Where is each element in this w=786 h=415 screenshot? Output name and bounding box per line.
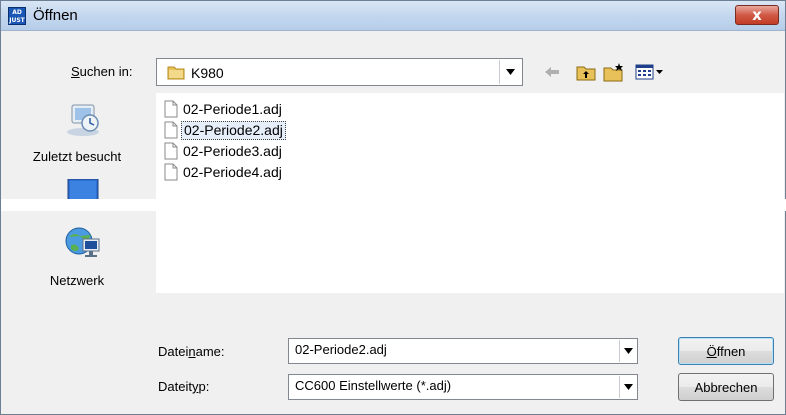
file-name: 02-Periode2.adj [181,120,286,140]
desktop-icon [17,179,149,201]
chevron-down-icon[interactable] [619,376,636,398]
place-recent[interactable] [17,99,149,139]
folder-icon [167,64,185,83]
close-icon: x [752,5,762,24]
recent-places-icon [17,99,149,139]
file-item[interactable]: 02-Periode3.adj [164,141,284,161]
lookin-value: K980 [191,65,224,81]
chevron-down-icon[interactable] [619,340,636,362]
place-recent-label: Zuletzt besucht [32,149,122,164]
cancel-button[interactable]: Abbrechen [678,373,774,401]
filename-combo[interactable]: 02-Periode2.adj [288,338,638,364]
file-item[interactable]: 02-Periode1.adj [164,99,284,119]
lookin-combo[interactable]: K980 [156,58,523,86]
lookin-label: Suchen in: [71,64,133,79]
file-name: 02-Periode4.adj [183,163,282,180]
file-name: 02-Periode1.adj [183,100,282,117]
file-icon [164,142,178,160]
place-desktop[interactable] [17,179,149,201]
app-icon: AD JUST [8,7,26,25]
network-icon [17,223,149,263]
filetype-combo[interactable]: CC600 Einstellwerte (*.adj) [288,374,638,400]
place-network[interactable] [17,223,149,263]
open-button[interactable]: Öffnen [678,337,774,365]
file-icon [164,121,178,139]
view-menu-icon[interactable] [633,61,667,83]
places-bar: Zuletzt besucht Netzwerk [17,93,149,291]
place-network-label: Netzwerk [49,273,105,288]
filetype-label: Dateityp: [158,379,210,394]
file-item-selected[interactable]: 02-Periode2.adj [164,120,286,140]
app-icon-text: AD JUST [9,9,25,24]
filetype-value: CC600 Einstellwerte (*.adj) [295,378,452,393]
window-title: Öffnen [33,7,78,24]
open-dialog: AD JUST Öffnen x Suchen in: K980 Zuletzt… [0,0,786,415]
close-button[interactable]: x [735,5,779,25]
title-bar[interactable]: AD JUST Öffnen x [1,1,785,31]
filename-value[interactable]: 02-Periode2.adj [295,342,387,357]
white-band [1,199,786,211]
up-folder-icon[interactable] [575,61,597,83]
file-icon [164,100,178,118]
new-folder-icon[interactable] [603,61,625,83]
file-name: 02-Periode3.adj [183,142,282,159]
back-arrow-icon[interactable] [541,61,563,83]
file-list[interactable]: 02-Periode1.adj 02-Periode2.adj 02-Perio… [156,93,784,293]
file-item[interactable]: 02-Periode4.adj [164,162,284,182]
filename-label: Dateiname: [158,344,225,359]
file-icon [164,163,178,181]
chevron-down-icon[interactable] [499,60,521,84]
